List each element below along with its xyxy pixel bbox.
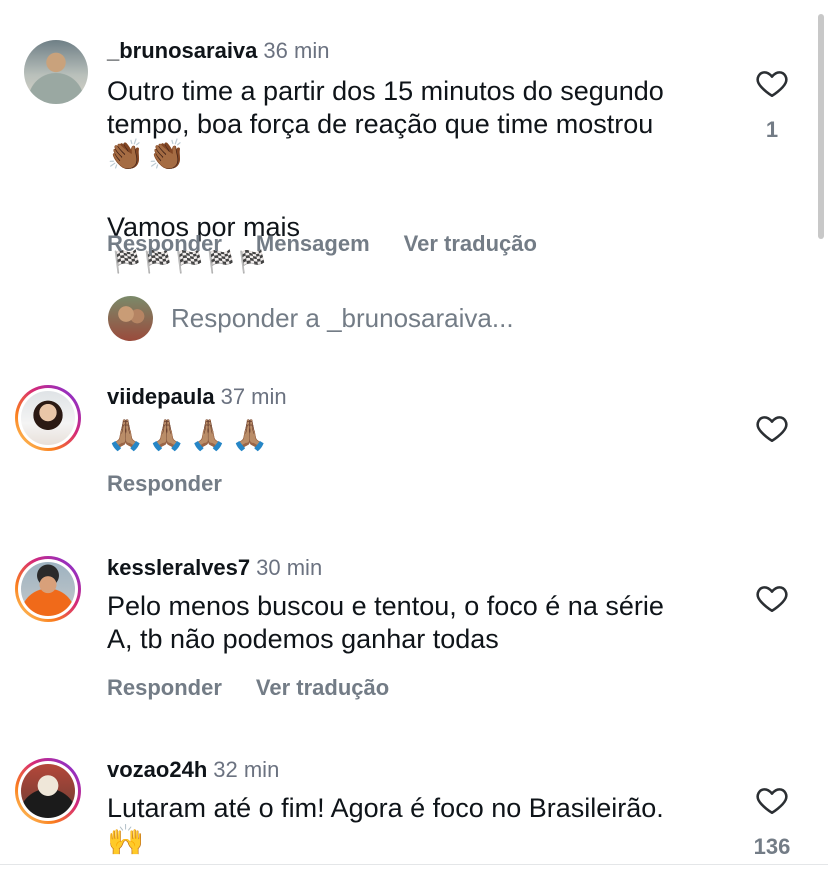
comment-header: _brunosaraiva 36 min (107, 38, 329, 64)
avatar-photo (21, 764, 75, 818)
username[interactable]: _brunosaraiva (107, 38, 257, 63)
comment-text: Pelo menos buscou e tentou, o foco é na … (107, 591, 664, 654)
like-count: 136 (753, 834, 791, 859)
comment-actions: Responder (107, 471, 222, 497)
reply-button[interactable]: Responder (107, 231, 222, 257)
translate-button[interactable]: Ver tradução (404, 231, 537, 257)
avatar[interactable] (15, 556, 81, 622)
comment-header: kessleralves7 30 min (107, 555, 322, 581)
comment-actions: Responder Ver tradução (107, 675, 389, 701)
username[interactable]: vozao24h (107, 757, 207, 782)
avatar[interactable] (15, 385, 81, 451)
comment-text: Lutaram até o fim! Agora é foco no Brasi… (107, 793, 664, 823)
heart-outline-icon[interactable] (754, 783, 790, 817)
timestamp: 32 min (213, 757, 280, 782)
heart-outline-icon[interactable] (754, 66, 790, 100)
comment-emojis: 👏🏾👏🏾 (107, 138, 190, 173)
comment-header: vozao24h 32 min (107, 757, 279, 783)
avatar-photo (21, 562, 75, 616)
comment-actions: Responder Mensagem Ver tradução (107, 231, 537, 257)
scrollbar[interactable] (818, 14, 824, 239)
avatar-ring-inner (18, 388, 78, 448)
avatar-ring-inner (18, 761, 78, 821)
comment-header: viidepaula 37 min (107, 384, 287, 410)
heart-outline-icon[interactable] (754, 411, 790, 445)
comment-text-2: Vamos por mais 🏁🏁🏁🏁🏁 (107, 178, 300, 279)
current-user-avatar (108, 296, 153, 341)
timestamp: 37 min (220, 384, 287, 409)
message-button[interactable]: Mensagem (256, 231, 370, 257)
reply-prompt-text[interactable]: Responder a _brunosaraiva... (171, 303, 514, 334)
avatar-ring-inner (18, 559, 78, 619)
comment-emojis: 🙏🏽🙏🏽🙏🏽🙏🏽 (107, 418, 273, 453)
divider (0, 864, 828, 865)
comment-emojis: 🙌 (107, 823, 149, 858)
reply-button[interactable]: Responder (107, 675, 222, 701)
reply-button[interactable]: Responder (107, 471, 222, 497)
avatar[interactable] (24, 40, 88, 104)
avatar-photo (21, 391, 75, 445)
reply-prompt[interactable]: Responder a _brunosaraiva... (108, 296, 514, 341)
like-count: 1 (765, 117, 779, 142)
heart-outline-icon[interactable] (754, 581, 790, 615)
username[interactable]: viidepaula (107, 384, 215, 409)
translate-button[interactable]: Ver tradução (256, 675, 389, 701)
timestamp: 30 min (256, 555, 323, 580)
username[interactable]: kessleralves7 (107, 555, 250, 580)
avatar[interactable] (15, 758, 81, 824)
comment-text: Outro time a partir dos 15 minutos do se… (107, 76, 664, 139)
timestamp: 36 min (263, 38, 330, 63)
